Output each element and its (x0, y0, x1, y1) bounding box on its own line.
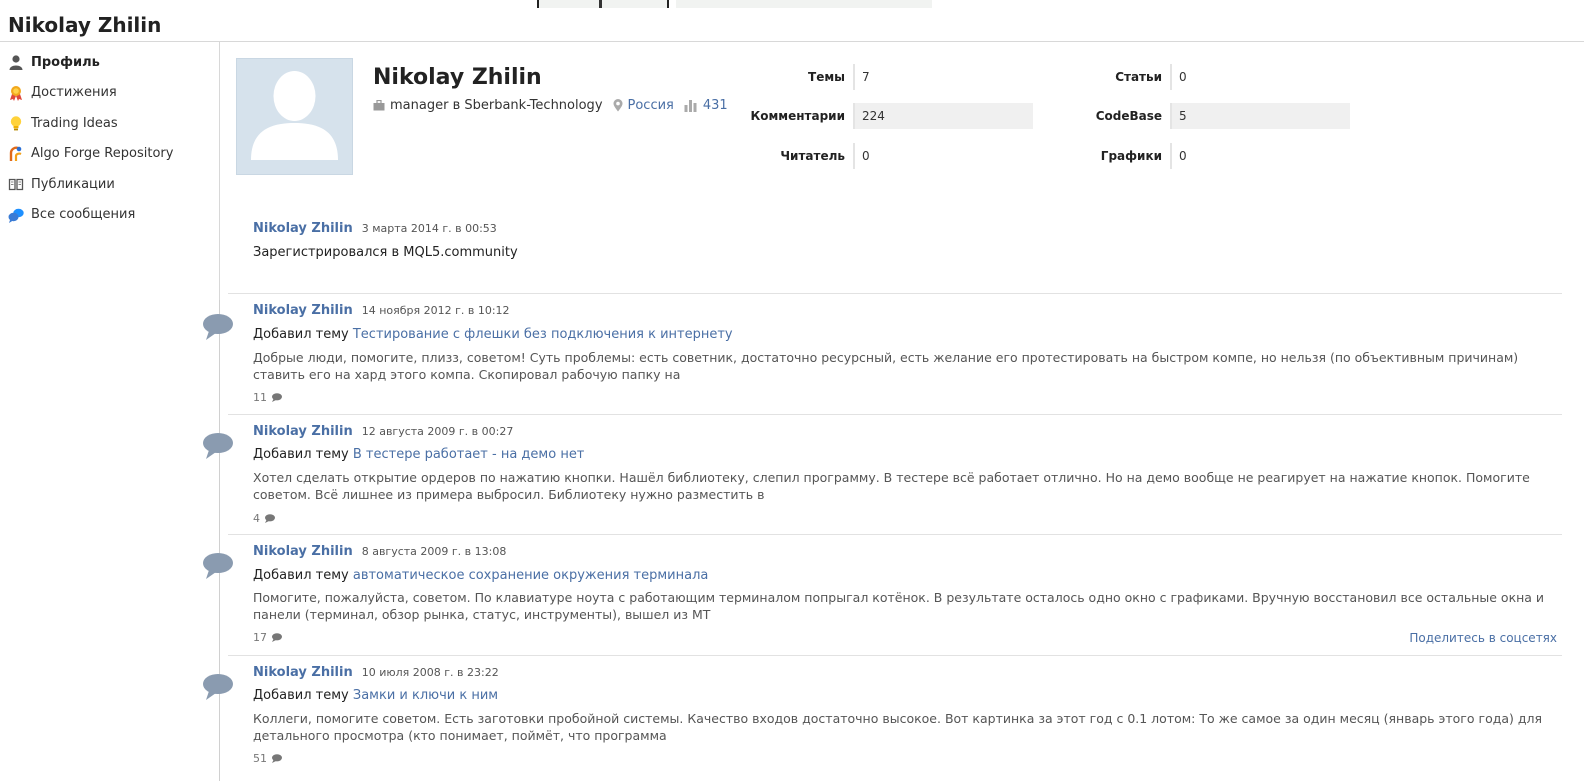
comment-count[interactable]: 51 (253, 752, 282, 765)
registration-entry: Nikolay Zhilin 3 марта 2014 г. в 00:53 З… (228, 221, 1562, 296)
comment-count-value: 17 (253, 631, 267, 644)
sidebar-item-label: Algo Forge Repository (31, 146, 174, 162)
comment-count-value: 51 (253, 752, 267, 765)
profile-rating-link[interactable]: 431 (703, 98, 728, 113)
person-icon (8, 54, 24, 71)
action-label: Добавил тему (253, 447, 349, 462)
action-label: Добавил тему (253, 327, 349, 342)
comment-count-value: 11 (253, 391, 267, 404)
profile-job: manager в Sberbank-Technology (390, 98, 603, 113)
feed-post: Nikolay Zhilin 8 августа 2009 г. в 13:08… (203, 544, 1562, 656)
sidebar-item-achievements[interactable]: Достижения (0, 78, 219, 109)
header-divider (0, 41, 1584, 42)
topic-link[interactable]: В тестере работает - на демо нет (353, 447, 585, 462)
stat-comments-value[interactable]: 224 (853, 103, 1033, 129)
sidebar: Профиль Достижения Trading Ideas Algo Fo… (0, 47, 219, 230)
post-excerpt: Хотел сделать открытие ордеров по нажати… (253, 470, 1530, 502)
rating-bars-icon (684, 99, 698, 112)
action-label: Добавил тему (253, 568, 349, 583)
comment-count[interactable]: 4 (253, 512, 275, 525)
feed-post: Nikolay Zhilin 10 июля 2008 г. в 23:22 Д… (203, 665, 1562, 777)
author-link[interactable]: Nikolay Zhilin (253, 221, 353, 236)
post-excerpt: Помогите, пожалуйста, советом. По клавиа… (253, 590, 1545, 622)
post-action: Добавил тему Тестирование с флешки без п… (253, 327, 733, 342)
topic-link[interactable]: автоматическое сохранение окружения терм… (353, 568, 708, 583)
top-banner (676, 0, 932, 8)
author-link[interactable]: Nikolay Zhilin (253, 424, 353, 439)
user-silhouette-icon (251, 71, 338, 160)
profile-country-link[interactable]: Россия (628, 98, 674, 113)
author-link[interactable]: Nikolay Zhilin (253, 665, 353, 680)
post-action: Добавил тему Замки и ключи к ним (253, 688, 498, 703)
author-link[interactable]: Nikolay Zhilin (253, 303, 353, 318)
sidebar-item-label: Все сообщения (31, 207, 136, 223)
stat-codebase-value[interactable]: 5 (1170, 103, 1350, 129)
comment-icon (271, 754, 282, 763)
sidebar-item-label: Публикации (31, 176, 115, 192)
top-thumbnail (537, 0, 669, 8)
comment-count-value: 4 (253, 512, 260, 525)
profile-meta: manager в Sberbank-Technology Россия 431 (373, 98, 728, 113)
location-pin-icon (613, 99, 623, 112)
sidebar-item-profile[interactable]: Профиль (0, 47, 219, 78)
stat-codebase-label: CodeBase (1095, 109, 1162, 123)
comment-icon (271, 633, 282, 642)
sidebar-item-label: Профиль (31, 54, 100, 70)
timeline-line (219, 300, 220, 781)
book-icon (8, 176, 24, 192)
comment-icon (271, 393, 282, 402)
registration-text: Зарегистрировался в MQL5.community (253, 245, 518, 260)
avatar (236, 58, 353, 175)
speech-bubble-icon (203, 553, 233, 579)
stat-readers-label: Читатель (780, 149, 845, 163)
lightbulb-icon (8, 115, 24, 131)
stat-comments-label: Комментарии (750, 109, 845, 123)
share-link[interactable]: Поделитесь в соцсетях (1409, 631, 1557, 645)
post-divider (228, 655, 1562, 656)
post-divider (228, 293, 1562, 294)
author-link[interactable]: Nikolay Zhilin (253, 544, 353, 559)
sidebar-item-trading-ideas[interactable]: Trading Ideas (0, 108, 219, 139)
topic-link[interactable]: Замки и ключи к ним (353, 688, 498, 703)
speech-bubble-icon (203, 674, 233, 700)
sidebar-item-publications[interactable]: Публикации (0, 169, 219, 200)
chat-bubbles-icon (8, 207, 24, 223)
feed-post: Nikolay Zhilin 14 ноября 2012 г. в 10:12… (203, 303, 1562, 415)
post-divider (228, 414, 1562, 415)
post-action: Добавил тему автоматическое сохранение о… (253, 568, 708, 583)
comment-icon (264, 514, 275, 523)
post-date: 8 августа 2009 г. в 13:08 (361, 545, 507, 558)
stat-readers-value[interactable]: 0 (853, 143, 1033, 169)
page-title: Nikolay Zhilin (8, 13, 162, 37)
post-excerpt: Добрые люди, помогите, плизз, советом! С… (253, 350, 1519, 382)
sidebar-item-label: Достижения (31, 85, 117, 101)
post-divider (228, 534, 1562, 535)
sidebar-item-all-messages[interactable]: Все сообщения (0, 200, 219, 231)
post-date: 12 августа 2009 г. в 00:27 (361, 425, 514, 438)
post-date: 3 марта 2014 г. в 00:53 (361, 222, 497, 235)
comment-count[interactable]: 17 (253, 631, 282, 644)
stat-topics-label: Темы (808, 70, 845, 84)
stat-articles-value[interactable]: 0 (1170, 64, 1350, 90)
briefcase-icon (373, 100, 385, 111)
topic-link[interactable]: Тестирование с флешки без подключения к … (353, 327, 733, 342)
post-excerpt: Коллеги, помогите советом. Есть заготовк… (253, 711, 1543, 743)
speech-bubble-icon (203, 314, 233, 340)
sidebar-item-algo-forge[interactable]: Algo Forge Repository (0, 139, 219, 170)
speech-bubble-icon (203, 433, 233, 459)
comment-count[interactable]: 11 (253, 391, 282, 404)
forge-icon (8, 146, 24, 162)
feed-post: Nikolay Zhilin 12 августа 2009 г. в 00:2… (203, 424, 1562, 536)
stat-charts-label: Графики (1100, 149, 1162, 163)
stat-topics-value[interactable]: 7 (853, 64, 1033, 90)
post-action: Добавил тему В тестере работает - на дем… (253, 447, 584, 462)
stat-articles-label: Статьи (1115, 70, 1162, 84)
post-date: 14 ноября 2012 г. в 10:12 (361, 304, 510, 317)
medal-icon (8, 85, 24, 101)
post-date: 10 июля 2008 г. в 23:22 (361, 666, 499, 679)
stat-charts-value[interactable]: 0 (1170, 143, 1350, 169)
profile-name: Nikolay Zhilin (373, 65, 542, 90)
action-label: Добавил тему (253, 688, 349, 703)
sidebar-item-label: Trading Ideas (31, 115, 118, 131)
